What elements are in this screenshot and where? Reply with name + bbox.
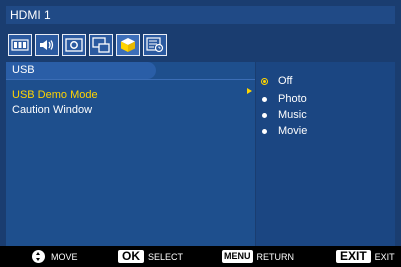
audio-icon[interactable] — [35, 34, 59, 56]
option-photo[interactable]: Photo — [262, 92, 307, 106]
option-label: Off — [278, 75, 293, 87]
bullet-icon — [262, 128, 267, 134]
advanced-icon[interactable] — [143, 34, 167, 56]
radio-selected-icon — [263, 79, 266, 83]
option-label: Photo — [278, 93, 307, 105]
divider — [6, 79, 255, 80]
bullet-icon — [262, 96, 267, 102]
pip-icon[interactable] — [89, 34, 113, 56]
menu-icon-tabs — [8, 34, 170, 58]
menu-item-caution-window[interactable]: Caution Window — [12, 104, 92, 117]
navigation-joystick-icon — [32, 250, 45, 263]
picture-icon[interactable] — [8, 34, 32, 56]
option-off[interactable]: Off — [262, 74, 292, 88]
input-title: HDMI 1 — [6, 6, 395, 24]
ok-key-icon: OK — [118, 250, 144, 263]
menu-key-icon: MENU — [222, 250, 253, 263]
configuration-icon[interactable] — [116, 34, 140, 56]
option-movie[interactable]: Movie — [262, 124, 307, 138]
section-title: USB — [6, 62, 156, 79]
submenu-arrow-icon — [247, 88, 252, 94]
hint-label: RETURN — [256, 251, 295, 262]
options-panel — [256, 62, 395, 246]
hint-select: OK SELECT — [118, 250, 183, 263]
menu-item-usb-demo-mode[interactable]: USB Demo Mode — [12, 89, 98, 102]
option-music[interactable]: Music — [262, 108, 307, 122]
option-label: Movie — [278, 125, 308, 137]
exit-key-icon: EXIT — [336, 250, 371, 263]
hint-label: EXIT — [374, 251, 395, 262]
bullet-icon — [262, 112, 267, 118]
hint-move: MOVE — [32, 250, 78, 263]
option-label: Music — [278, 109, 307, 121]
hint-exit: EXIT EXIT — [336, 250, 395, 263]
osd-screen: HDMI 1 USB USB Demo Mode Caution Window … — [0, 0, 401, 267]
screen-icon[interactable] — [62, 34, 86, 56]
hint-label: SELECT — [148, 251, 184, 262]
footer-hint-bar: MOVE OK SELECT MENU RETURN EXIT EXIT — [0, 246, 401, 267]
hint-label: MOVE — [51, 251, 78, 262]
hint-return: MENU RETURN — [222, 250, 294, 263]
